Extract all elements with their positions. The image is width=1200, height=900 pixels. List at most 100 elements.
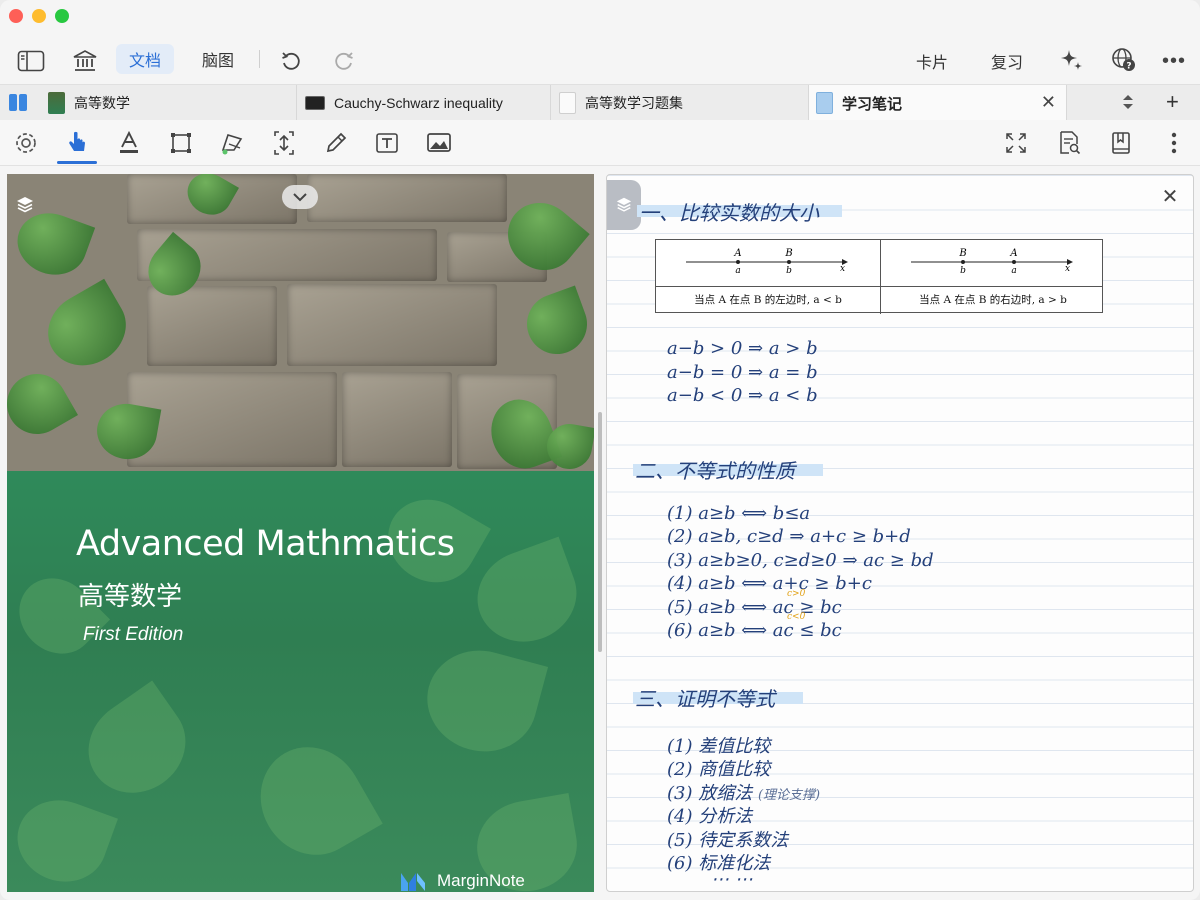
notes-page[interactable]: ✕ 一、比较实数的大小 A B a b x 当点 A 在点 B 的左边时, a … <box>606 174 1194 892</box>
table-caption-left: 当点 A 在点 B 的左边时, a < b <box>694 294 842 306</box>
svg-text:?: ? <box>1126 62 1131 72</box>
tab-document-mode[interactable]: 文档 <box>116 44 175 74</box>
table-caption-right: 当点 A 在点 B 的右边时, a > b <box>919 294 1067 306</box>
tab-cauchy-schwarz[interactable]: Cauchy-Schwarz inequality <box>297 85 551 121</box>
zoom-window-button[interactable] <box>55 9 69 23</box>
close-tab-icon[interactable]: ✕ <box>1041 92 1056 113</box>
fit-page-icon[interactable] <box>1002 130 1030 156</box>
search-document-icon[interactable] <box>1055 130 1083 156</box>
publisher-brand: MarginNote <box>399 869 525 892</box>
toolbar-divider <box>259 50 260 68</box>
point-label-b: B <box>958 248 966 259</box>
text-box-icon[interactable] <box>373 130 401 156</box>
image-insert-icon[interactable] <box>425 130 453 156</box>
cover-photo-wall <box>7 174 594 478</box>
property-line: (1) a≥b ⟺ b≤a <box>667 503 811 524</box>
condition-tag: c<0 <box>787 612 806 622</box>
active-tool-indicator <box>57 161 97 164</box>
method-line: (2) 商值比较 <box>667 759 771 780</box>
property-line: (3) a≥b≥0, c≥d≥0 ⇒ ac ≥ bd <box>667 550 934 571</box>
layers-icon[interactable] <box>12 192 38 218</box>
minimize-window-button[interactable] <box>32 9 46 23</box>
compare-line: a−b = 0 ⇒ a = b <box>667 362 818 383</box>
point-label-a: A <box>733 248 741 259</box>
web-help-icon[interactable]: ? <box>1111 45 1137 75</box>
notes-layers-button[interactable] <box>607 180 641 230</box>
section-heading-2: 二、不等式的性质 <box>635 459 795 483</box>
value-label-a: a <box>1011 266 1016 276</box>
ellipsis-line: ⋯ ⋯ <box>711 869 753 890</box>
layers-icon <box>616 197 632 212</box>
value-label-b: b <box>960 266 966 276</box>
more-icon[interactable]: ••• <box>1162 46 1186 76</box>
undo-icon[interactable] <box>279 46 303 76</box>
tab-scroll-icon[interactable] <box>1121 92 1135 112</box>
close-notes-icon[interactable]: ✕ <box>1160 187 1180 207</box>
new-tab-icon[interactable]: + <box>1166 89 1179 115</box>
lasso-select-icon[interactable] <box>219 130 247 156</box>
video-thumbnail-icon <box>305 96 325 110</box>
property-line: (5) a≥b ⟺ ac ≥ bc <box>667 597 842 618</box>
annotation-toolbar <box>0 120 1200 166</box>
cover-edition: First Edition <box>83 624 184 645</box>
hand-pointer-icon[interactable] <box>63 130 91 156</box>
tab-label: 学习笔记 <box>842 95 903 113</box>
cover-subtitle: 高等数学 <box>78 582 183 612</box>
compare-line: a−b < 0 ⇒ a < b <box>667 385 818 406</box>
tab-advanced-math[interactable]: 高等数学 <box>40 85 297 121</box>
tab-exercise-book[interactable]: 高等数学习题集 <box>551 85 809 121</box>
number-line-left: A B a b x 当点 A 在点 B 的左边时, a < b <box>656 240 880 314</box>
marginnote-logo-icon <box>401 873 425 891</box>
rectangle-select-icon[interactable] <box>167 130 195 156</box>
property-line: (4) a≥b ⟺ a+c ≥ b+c <box>667 573 872 594</box>
bookmark-book-icon[interactable] <box>1107 130 1135 156</box>
settings-gear-icon[interactable] <box>12 130 40 156</box>
review-button[interactable]: 复习 <box>991 49 1023 73</box>
split-view-icon[interactable] <box>9 94 27 111</box>
brand-name: MarginNote <box>437 871 525 890</box>
tab-label: Cauchy-Schwarz inequality <box>334 95 503 111</box>
method-line: (4) 分析法 <box>667 806 753 827</box>
pane-splitter-handle[interactable] <box>598 412 602 652</box>
compare-line: a−b > 0 ⇒ a > b <box>667 338 818 359</box>
point-label-b: B <box>784 248 792 259</box>
cards-button[interactable]: 卡片 <box>916 49 948 73</box>
close-window-button[interactable] <box>9 9 23 23</box>
condition-tag: c>0 <box>787 589 806 599</box>
vertical-more-icon[interactable] <box>1160 130 1188 156</box>
collapse-toolbar-button[interactable] <box>282 185 318 209</box>
library-icon[interactable] <box>72 46 98 76</box>
document-viewer[interactable]: Advanced Mathmatics 高等数学 First Edition M… <box>7 174 594 892</box>
point-label-a: A <box>1009 248 1017 259</box>
page-extract-icon[interactable] <box>270 130 298 156</box>
number-line-table: A B a b x 当点 A 在点 B 的左边时, a < b B A b a … <box>655 239 1104 314</box>
app-window: 文档 脑图 卡片 复习 ? ••• 高等数学 Cauchy-Schwarz in… <box>0 0 1200 900</box>
redo-icon[interactable] <box>332 46 356 76</box>
title-bar <box>0 0 1200 36</box>
number-line-diagram: B A b a x <box>911 248 1073 276</box>
tab-study-notes[interactable]: 学习笔记 ✕ <box>809 85 1067 121</box>
document-thumbnail-icon <box>559 92 576 114</box>
table-divider <box>656 286 1102 287</box>
tab-label: 高等数学习题集 <box>585 95 683 111</box>
property-line: (6) a≥b ⟺ ac ≤ bc <box>667 620 842 641</box>
tab-mindmap-mode[interactable]: 脑图 <box>189 44 247 74</box>
value-label-b: b <box>786 266 792 276</box>
ai-sparkle-icon[interactable] <box>1058 45 1084 75</box>
section-heading-3: 三、证明不等式 <box>635 687 775 711</box>
property-line: (2) a≥b, c≥d ⇒ a+c ≥ b+d <box>667 526 911 547</box>
cover-title: Advanced Mathmatics <box>76 524 455 564</box>
value-label-a: a <box>735 266 740 276</box>
method-label: (3) 放缩法 <box>667 783 753 804</box>
method-note: (理论支撑) <box>757 788 821 803</box>
notebook-thumbnail-icon <box>816 92 833 114</box>
axis-label-x: x <box>840 264 845 274</box>
tab-label: 高等数学 <box>74 95 130 111</box>
section-heading-1: 一、比较实数的大小 <box>639 201 819 225</box>
number-line-diagram: A B a b x <box>686 248 848 276</box>
number-line-right: B A b a x 当点 A 在点 B 的右边时, a > b <box>880 240 1104 314</box>
pencil-icon[interactable] <box>322 130 350 156</box>
text-highlight-icon[interactable] <box>115 130 143 156</box>
sidebar-toggle-icon[interactable] <box>17 46 45 76</box>
document-tab-bar: 高等数学 Cauchy-Schwarz inequality 高等数学习题集 学… <box>0 84 1200 121</box>
